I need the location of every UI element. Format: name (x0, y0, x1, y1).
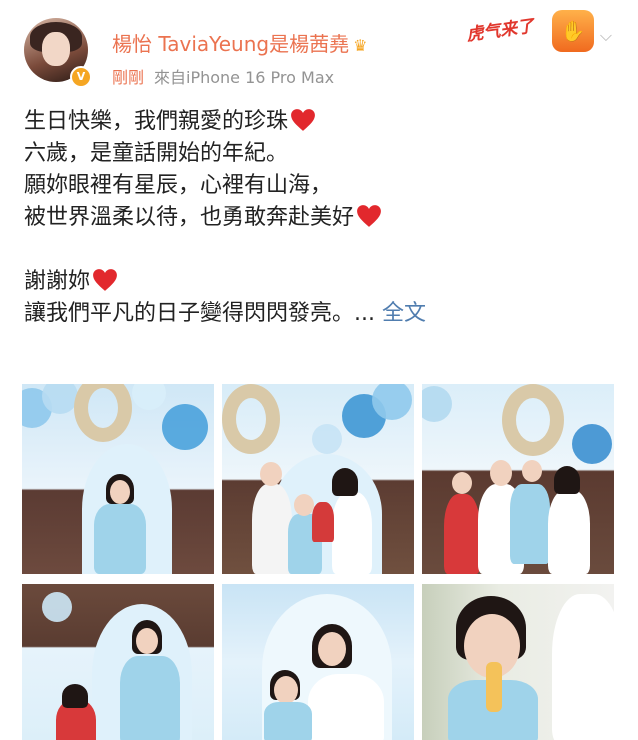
post-line-3: 願妳眼裡有星辰，心裡有山海， (24, 173, 333, 198)
post-line-5: 謝謝妳 (24, 266, 624, 298)
verified-icon: V (70, 66, 92, 88)
post-text: 生日快樂，我們親愛的珍珠 六歲，是童話開始的年紀。 願妳眼裡有星辰，心裡有山海，… (24, 106, 624, 330)
post-line-2: 六歲，是童話開始的年紀。 (24, 141, 289, 166)
avatar-face (42, 32, 70, 66)
tiger-badge[interactable]: 虎气来了 ✋ (465, 10, 594, 56)
photo-5[interactable] (222, 584, 414, 740)
post-line-6: 讓我們平凡的日子變得閃閃發亮。... 全文 (24, 301, 426, 326)
post-line-1: 生日快樂，我們親愛的珍珠 (24, 106, 624, 138)
full-text-link[interactable]: 全文 (382, 301, 426, 326)
photo-2[interactable] (222, 384, 414, 574)
crown-icon: ♛ (353, 36, 368, 55)
heart-icon (291, 109, 315, 131)
tiger-badge-text: 虎气来了 (465, 16, 536, 46)
paw-icon: ✋ (552, 10, 594, 52)
heart-icon (357, 205, 381, 227)
heart-icon (93, 269, 117, 291)
photo-6[interactable] (422, 584, 614, 740)
chevron-down-icon[interactable]: ⌵ (596, 26, 616, 46)
post-line-4: 被世界溫柔以待，也勇敢奔赴美好 (24, 202, 624, 234)
user-name-text[interactable]: 楊怡 TaviaYeung是楊茜堯 (112, 32, 349, 56)
photo-grid (22, 384, 618, 740)
post-time: 剛剛 (112, 68, 145, 87)
post-meta: 剛剛 來自iPhone 16 Pro Max (112, 64, 334, 88)
photo-4[interactable] (22, 584, 214, 740)
photo-1[interactable] (22, 384, 214, 574)
user-name[interactable]: 楊怡 TaviaYeung是楊茜堯 ♛ (112, 28, 367, 57)
post-source: 來自iPhone 16 Pro Max (154, 68, 335, 87)
photo-3[interactable] (422, 384, 614, 574)
